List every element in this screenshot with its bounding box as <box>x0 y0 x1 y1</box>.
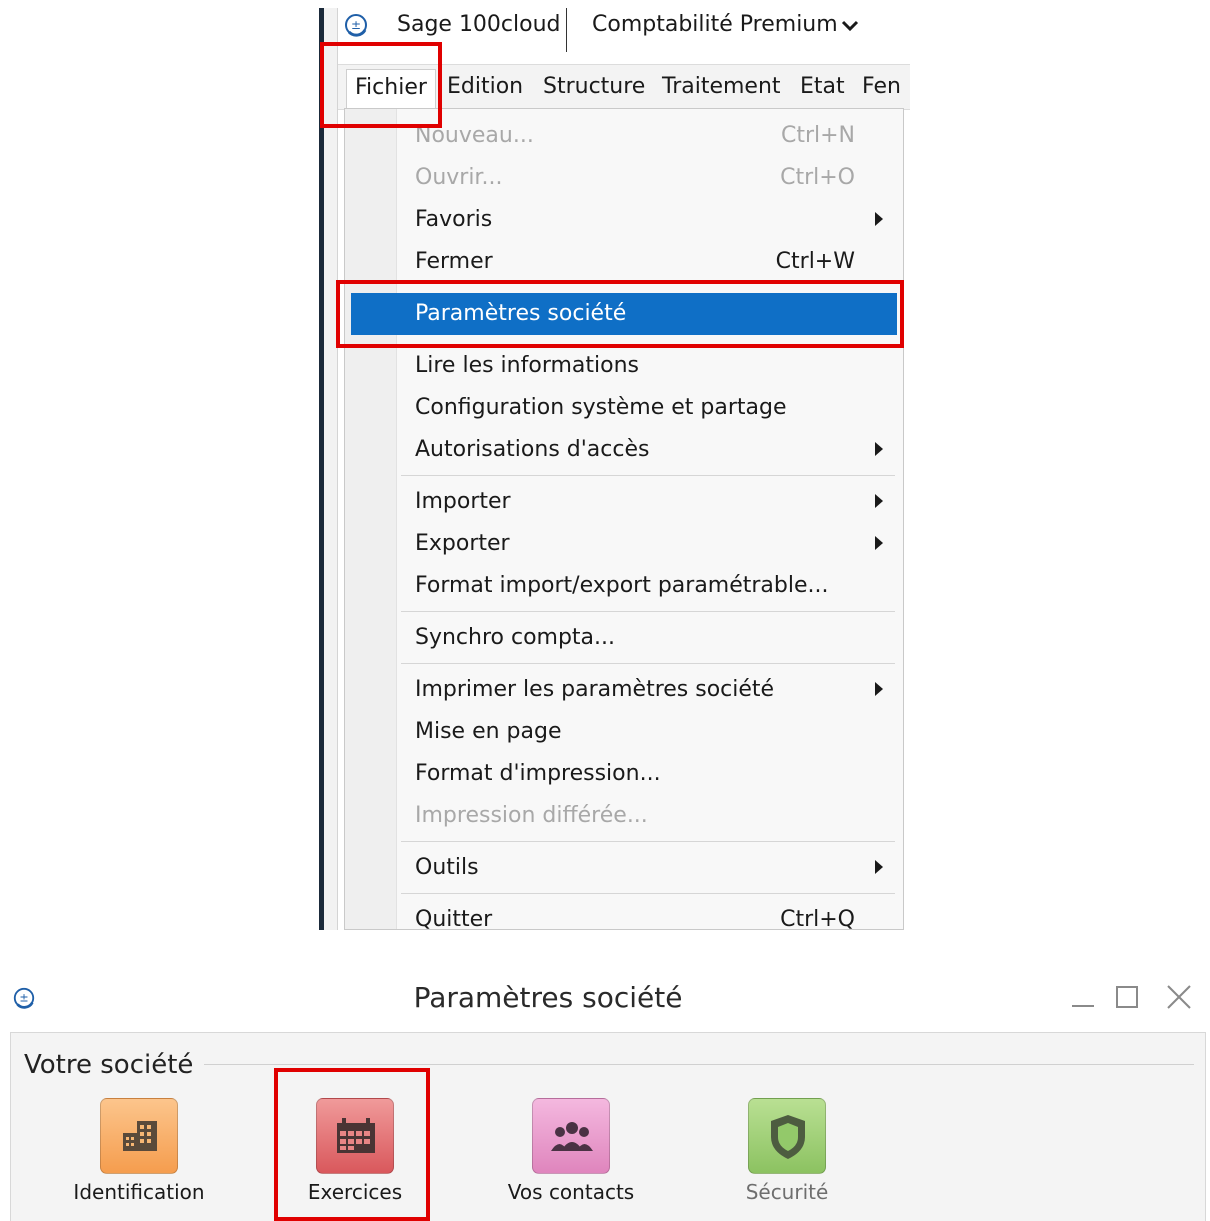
menu-separator <box>401 893 895 894</box>
title-separator <box>566 8 567 52</box>
menu-item-impression-differee: Impression différée... <box>345 795 903 837</box>
menu-item-label: Exporter <box>415 531 510 556</box>
submenu-arrow-icon <box>875 212 883 226</box>
menu-item-fermer[interactable]: Fermer Ctrl+W <box>345 241 903 283</box>
annotation-box-exercices <box>274 1068 430 1221</box>
menu-separator <box>401 663 895 664</box>
menu-item-label: Format d'impression... <box>415 761 661 786</box>
menu-item-label: Synchro compta... <box>415 625 616 650</box>
menu-item-shortcut: Ctrl+N <box>780 123 855 148</box>
annotation-box-fichier <box>320 42 442 128</box>
submenu-arrow-icon <box>875 494 883 508</box>
menu-item-synchro-compta[interactable]: Synchro compta... <box>345 617 903 659</box>
shield-icon <box>748 1098 826 1174</box>
app-window: ± Sage 100cloud Comptabilité Premium Fic… <box>0 0 1210 930</box>
menu-separator <box>401 475 895 476</box>
menu-item-format-import-export[interactable]: Format import/export paramétrable... <box>345 565 903 607</box>
annotation-box-parametres-societe <box>336 280 904 348</box>
window-left-strip <box>324 8 338 930</box>
menu-item-shortcut: Ctrl+Q <box>780 907 855 930</box>
menu-item-label: Fermer <box>415 249 493 274</box>
menu-edition[interactable]: Edition <box>447 71 523 103</box>
menu-item-shortcut: Ctrl+W <box>775 249 855 274</box>
svg-text:±: ± <box>351 18 361 32</box>
menu-item-label: Ouvrir... <box>415 165 503 190</box>
menu-item-exporter[interactable]: Exporter <box>345 523 903 565</box>
menu-item-label: Favoris <box>415 207 493 232</box>
menu-fenetre[interactable]: Fen <box>862 71 901 103</box>
minimize-icon[interactable] <box>1068 982 1098 1012</box>
submenu-arrow-icon <box>875 536 883 550</box>
maximize-icon[interactable] <box>1112 982 1142 1012</box>
menu-item-label: Format import/export paramétrable... <box>415 573 829 598</box>
menu-item-mise-en-page[interactable]: Mise en page <box>345 711 903 753</box>
menu-item-importer[interactable]: Importer <box>345 481 903 523</box>
tile-identification[interactable]: Identification <box>69 1096 209 1214</box>
contacts-icon <box>532 1098 610 1174</box>
dialog-title: Paramètres société <box>413 981 683 1014</box>
menu-item-format-impression[interactable]: Format d'impression... <box>345 753 903 795</box>
submenu-arrow-icon <box>875 860 883 874</box>
menu-item-lire-informations[interactable]: Lire les informations <box>345 345 903 387</box>
menu-item-favoris[interactable]: Favoris <box>345 199 903 241</box>
menu-item-label: Lire les informations <box>415 353 639 378</box>
menu-structure[interactable]: Structure <box>543 71 645 103</box>
tile-label: Identification <box>73 1180 205 1204</box>
menu-item-autorisations[interactable]: Autorisations d'accès <box>345 429 903 471</box>
menu-item-imprimer-parametres[interactable]: Imprimer les paramètres société <box>345 669 903 711</box>
menu-traitement[interactable]: Traitement <box>662 71 781 103</box>
menu-item-configuration-systeme[interactable]: Configuration système et partage <box>345 387 903 429</box>
sage-logo-icon: ± <box>345 14 367 37</box>
building-icon <box>100 1098 178 1174</box>
tile-securite[interactable]: Sécurité <box>717 1096 857 1214</box>
menu-item-quitter[interactable]: Quitter Ctrl+Q <box>345 899 903 930</box>
menu-item-shortcut: Ctrl+O <box>780 165 855 190</box>
app-name: Sage 100cloud <box>397 12 561 37</box>
close-icon[interactable] <box>1164 982 1194 1012</box>
menu-item-ouvrir: Ouvrir... Ctrl+O <box>345 157 903 199</box>
section-divider <box>204 1064 1194 1065</box>
submenu-arrow-icon <box>875 682 883 696</box>
menu-item-label: Outils <box>415 855 479 880</box>
tile-label: Sécurité <box>745 1180 829 1204</box>
tile-vos-contacts[interactable]: Vos contacts <box>501 1096 641 1214</box>
menu-item-label: Importer <box>415 489 511 514</box>
file-menu-dropdown: Nouveau... Ctrl+N Ouvrir... Ctrl+O Favor… <box>344 108 904 930</box>
menu-item-label: Configuration système et partage <box>415 395 787 420</box>
product-selector[interactable]: Comptabilité Premium <box>592 10 838 40</box>
menu-item-outils[interactable]: Outils <box>345 847 903 889</box>
section-title: Votre société <box>24 1050 194 1080</box>
menu-separator <box>401 611 895 612</box>
menu-item-label: Impression différée... <box>415 803 648 828</box>
menu-separator <box>401 841 895 842</box>
tile-label: Vos contacts <box>507 1180 635 1204</box>
menu-item-label: Autorisations d'accès <box>415 437 650 462</box>
submenu-arrow-icon <box>875 442 883 456</box>
menu-item-label: Quitter <box>415 907 493 930</box>
menu-item-label: Mise en page <box>415 719 562 744</box>
chevron-down-icon[interactable] <box>838 14 862 38</box>
menu-item-label: Imprimer les paramètres société <box>415 677 775 702</box>
menu-etat[interactable]: Etat <box>800 71 845 103</box>
